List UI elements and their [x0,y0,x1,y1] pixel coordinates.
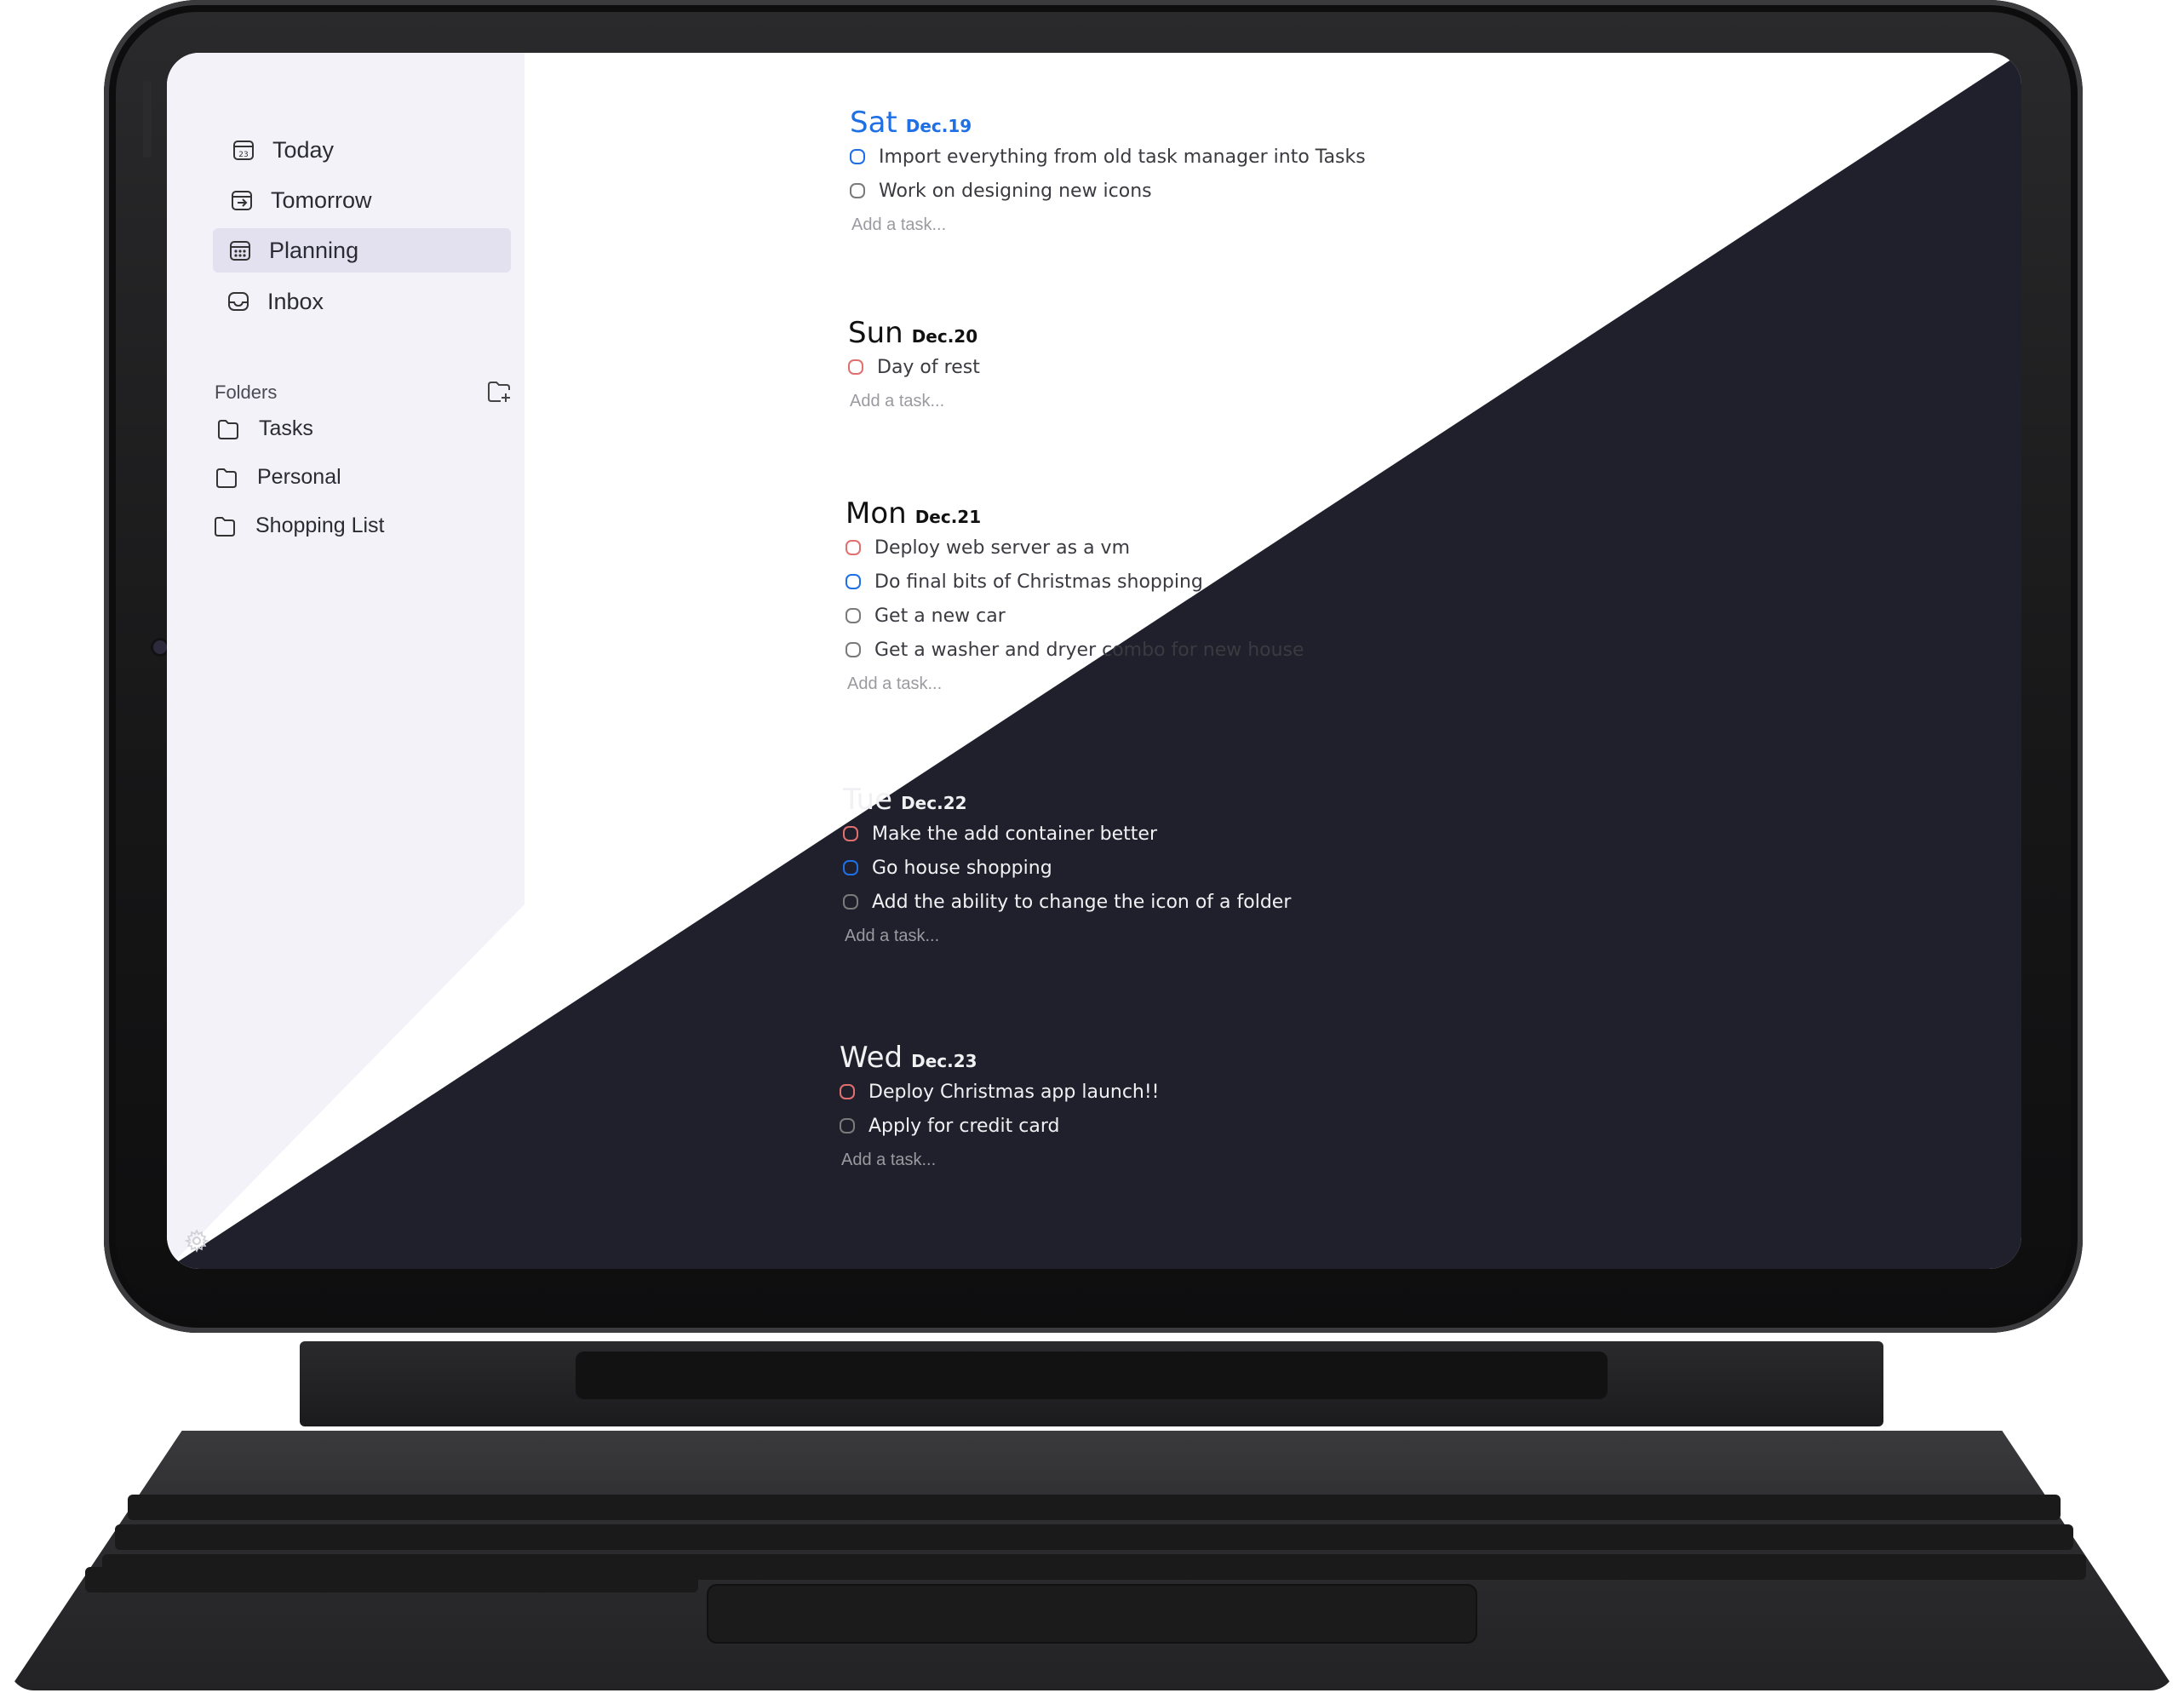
day-section: Sun Dec.20 Day of rest Add a task... [848,316,980,418]
calendar-grid-icon [230,241,250,261]
new-folder-icon[interactable] [485,378,513,405]
task-row[interactable]: Go house shopping [843,851,1291,885]
day-name: Mon [846,496,907,531]
folder-item-shopping-list[interactable]: Shopping List [213,514,385,538]
task-label: Go house shopping [872,857,1052,879]
day-name: Tue [843,783,893,817]
day-section: Mon Dec.21 Deploy web server as a vm Do fin… [846,496,1304,701]
task-row[interactable]: Apply for credit card [840,1109,1160,1143]
task-checkbox[interactable] [843,894,858,910]
task-row[interactable]: Get a new car [846,599,1304,633]
folder-icon [216,468,237,488]
task-row[interactable]: Import everything from old task manager … [850,140,1366,174]
folders-header: Folders [215,378,513,412]
task-row[interactable]: Deploy web server as a vm [846,531,1304,565]
calendar-today-icon: 23 [233,141,254,160]
task-label: Get a washer and dryer combo for new hou… [874,639,1304,661]
task-label: Do final bits of Christmas shopping [874,571,1203,593]
folder-icon [218,419,238,439]
task-checkbox[interactable] [850,183,865,198]
add-task-input[interactable]: Add a task... [850,384,980,418]
ipad-side-button [143,81,152,158]
day-date: Dec.19 [905,116,972,136]
sidebar-item-label: Inbox [267,288,324,314]
day-header: Wed Dec.23 [840,1041,1160,1075]
task-checkbox[interactable] [843,826,858,841]
sidebar-item-inbox[interactable]: Inbox [211,279,509,324]
calendar-arrow-icon [232,191,252,210]
keyboard-row [115,1524,2073,1550]
task-label: Make the add container better [872,823,1158,845]
day-header: Mon Dec.21 [846,496,1304,531]
add-task-input[interactable]: Add a task... [847,667,1304,701]
task-checkbox[interactable] [846,540,861,555]
task-label: Add the ability to change the icon of a … [872,891,1292,913]
task-checkbox[interactable] [840,1084,855,1099]
folder-label: Tasks [259,416,313,440]
task-row[interactable]: Work on designing new icons [850,174,1366,208]
sidebar-item-label: Today [272,136,335,163]
day-section: Tue Dec.22 Make the add container better Go… [843,783,1291,953]
keyboard-hinge-bar [576,1352,1608,1399]
day-date: Dec.21 [914,507,982,527]
day-header: Sat Dec.19 [850,106,1366,140]
task-label: Deploy web server as a vm [874,537,1131,559]
task-label: Day of rest [877,356,980,378]
day-name: Wed [840,1041,903,1075]
today-badge: 23 [238,151,248,159]
inbox-icon [228,292,249,311]
folder-icon [215,516,235,537]
folder-item-tasks[interactable]: Tasks [216,416,313,441]
day-section: Wed Dec.23 Deploy Christmas app launch!! Ap… [840,1041,1160,1177]
sidebar-item-label: Planning [269,237,359,263]
folders-label: Folders [215,382,278,403]
day-date: Dec.20 [911,326,978,347]
task-row[interactable]: Make the add container better [843,817,1291,851]
task-checkbox[interactable] [840,1118,855,1133]
sidebar-item-tomorrow[interactable]: Tomorrow [215,178,513,222]
task-label: Apply for credit card [868,1115,1060,1137]
settings-gear-icon[interactable] [184,1228,209,1254]
task-row[interactable]: Get a washer and dryer combo for new hou… [846,633,1304,667]
camera-icon [153,640,167,654]
task-row[interactable]: Deploy Christmas app launch!! [840,1075,1160,1109]
task-label: Get a new car [874,605,1006,627]
app-screen: 23 Today Tomorrow Planning Inbox Folders… [167,53,2021,1269]
sidebar-item-label: Tomorrow [271,187,372,213]
folder-label: Personal [257,465,341,489]
task-checkbox[interactable] [846,642,861,657]
task-checkbox[interactable] [843,860,858,875]
sidebar-item-planning[interactable]: Planning [213,228,511,273]
day-header: Tue Dec.22 [843,783,1291,817]
task-row[interactable]: Do final bits of Christmas shopping [846,565,1304,599]
day-name: Sat [850,106,897,140]
day-name: Sun [848,316,903,350]
day-date: Dec.22 [901,793,967,813]
task-checkbox[interactable] [846,574,861,589]
task-checkbox[interactable] [850,149,865,164]
day-date: Dec.23 [911,1051,977,1071]
task-row[interactable]: Add the ability to change the icon of a … [843,885,1291,919]
day-header: Sun Dec.20 [848,316,980,350]
folder-item-personal[interactable]: Personal [215,465,341,490]
task-label: Deploy Christmas app launch!! [868,1081,1160,1103]
add-task-input[interactable]: Add a task... [845,919,1291,953]
task-checkbox[interactable] [846,608,861,623]
add-task-input[interactable]: Add a task... [851,208,1366,242]
task-label: Import everything from old task manager … [879,146,1366,168]
trackpad[interactable] [707,1584,1477,1644]
add-task-input[interactable]: Add a task... [841,1143,1160,1177]
task-label: Work on designing new icons [879,180,1152,202]
sidebar-item-today[interactable]: 23 Today [216,128,514,172]
folder-label: Shopping List [255,514,385,537]
task-row[interactable]: Day of rest [848,350,980,384]
keyboard-row [85,1567,698,1593]
keyboard-row [128,1495,2061,1520]
day-section: Sat Dec.19 Import everything from old task… [850,106,1366,242]
task-checkbox[interactable] [848,359,863,375]
